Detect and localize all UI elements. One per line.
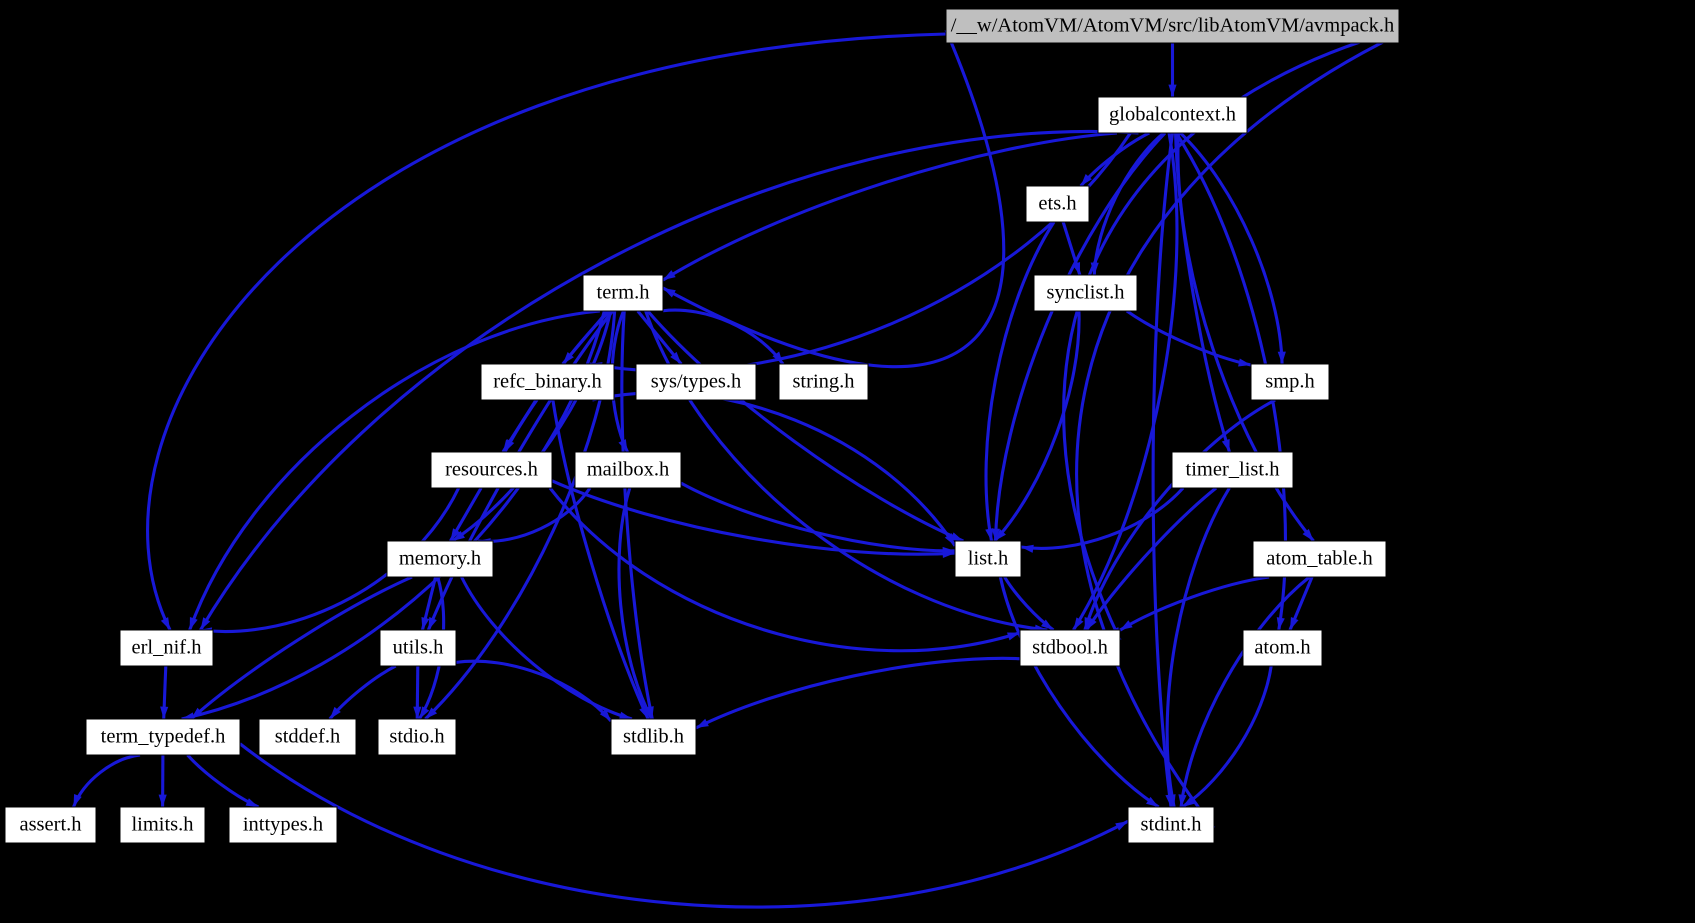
node-memory[interactable]: memory.h [386,540,494,578]
node-label-atom_table: atom_table.h [1266,548,1372,570]
edge-term_typedef-to-assert [72,753,141,808]
node-label-string: string.h [792,371,854,393]
edge-list-to-stdint [998,576,1160,809]
node-label-stdbool: stdbool.h [1032,637,1108,659]
node-label-stdlib: stdlib.h [623,726,684,748]
node-label-utils: utils.h [393,637,444,659]
node-list[interactable]: list.h [954,540,1022,578]
node-globalcontext[interactable]: globalcontext.h [1097,96,1248,134]
node-utils[interactable]: utils.h [379,629,457,667]
node-label-synclist: synclist.h [1046,282,1124,304]
node-label-refc_binary: refc_binary.h [493,371,602,393]
node-atom_table[interactable]: atom_table.h [1252,540,1387,578]
node-mailbox[interactable]: mailbox.h [574,451,682,489]
node-label-term: term.h [597,282,650,304]
node-term_typedef[interactable]: term_typedef.h [85,718,241,756]
node-label-systypes: sys/types.h [651,371,742,393]
edge-resources-to-list [551,479,956,556]
node-label-stdint: stdint.h [1141,814,1202,836]
node-label-limits: limits.h [131,814,193,836]
node-string[interactable]: string.h [778,363,869,401]
node-label-timer_list: timer_list.h [1186,459,1280,481]
edge-arrowhead [158,794,167,807]
node-stdlib[interactable]: stdlib.h [610,718,697,756]
edge-arrowhead [1221,439,1230,452]
edge-resources-to-stdbool [548,487,1021,653]
node-resources[interactable]: resources.h [430,451,553,489]
edge-arrowhead [1289,617,1299,630]
edge-arrowhead [1115,821,1128,831]
node-label-erl_nif: erl_nif.h [131,637,201,659]
node-label-stddef: stddef.h [275,726,340,748]
node-stdbool[interactable]: stdbool.h [1019,629,1121,667]
edge-utils-to-stdlib [455,659,613,722]
edge-atom_table-to-stdbool [1119,575,1270,632]
edge-arrowhead [189,617,198,630]
edge-arrowhead [160,706,169,719]
node-layer: /__w/AtomVM/AtomVM/src/libAtomVM/avmpack… [4,8,1400,844]
node-timer_list[interactable]: timer_list.h [1171,451,1294,489]
edge-arrowhead [245,798,259,807]
node-stddef[interactable]: stddef.h [258,718,357,756]
edge-avmpack-to-stdint [1075,32,1400,829]
edge-arrowhead [428,617,437,630]
edge-timer_list-to-list [1020,486,1185,550]
node-label-term_typedef: term_typedef.h [101,726,226,748]
node-stdio[interactable]: stdio.h [377,718,457,756]
edge-term_typedef-to-stdint [239,742,1129,909]
edge-atom-to-stdint [1181,665,1273,809]
node-label-resources: resources.h [445,459,538,481]
edge-memory-to-term_typedef [189,575,413,721]
edge-term_typedef-to-inttypes [186,753,260,809]
include-dependency-graph: /__w/AtomVM/AtomVM/src/libAtomVM/avmpack… [0,0,1695,923]
node-limits[interactable]: limits.h [119,806,206,844]
node-label-ets: ets.h [1038,193,1076,215]
edge-synclist-to-smp [1125,309,1252,367]
node-smp[interactable]: smp.h [1250,363,1330,401]
node-label-list: list.h [968,548,1008,570]
edge-arrowhead [663,270,676,281]
node-ets[interactable]: ets.h [1025,185,1090,223]
node-atom[interactable]: atom.h [1242,629,1323,667]
edge-arrowhead [663,288,676,298]
node-label-atom: atom.h [1254,637,1310,659]
edge-arrowhead [1277,351,1286,364]
edge-arrowhead [618,711,632,720]
node-label-inttypes: inttypes.h [243,814,323,836]
node-stdint[interactable]: stdint.h [1127,806,1215,844]
edge-stdbool-to-stdlib [695,656,1021,730]
edge-timer_list-to-stdint [1165,487,1231,808]
edge-arrowhead [1073,617,1084,630]
edge-atom_table-to-stdint [1179,575,1311,808]
node-label-avmpack: /__w/AtomVM/AtomVM/src/libAtomVM/avmpack… [951,15,1395,37]
node-inttypes[interactable]: inttypes.h [228,806,338,844]
edge-globalcontext-to-stdint [1151,132,1174,808]
edge-arrowhead [1168,84,1177,97]
edge-utils-to-stddef [328,664,397,720]
node-label-mailbox: mailbox.h [587,459,670,481]
node-refc_binary[interactable]: refc_binary.h [480,363,615,401]
edge-ets-to-list [984,221,1056,542]
edge-arrowhead [160,617,170,630]
node-label-memory: memory.h [399,548,481,570]
node-systypes[interactable]: sys/types.h [635,363,757,401]
node-term[interactable]: term.h [582,274,664,312]
graph-canvas: /__w/AtomVM/AtomVM/src/libAtomVM/avmpack… [4,8,1400,909]
edge-arrowhead [1120,620,1133,631]
node-synclist[interactable]: synclist.h [1033,274,1138,312]
node-label-stdio: stdio.h [389,726,444,748]
node-avmpack[interactable]: /__w/AtomVM/AtomVM/src/libAtomVM/avmpack… [945,8,1400,44]
edge-arrowhead [696,718,709,728]
node-assert[interactable]: assert.h [4,806,97,844]
node-label-globalcontext: globalcontext.h [1109,104,1236,126]
node-label-smp: smp.h [1265,371,1315,393]
node-label-assert: assert.h [19,814,81,836]
node-erl_nif[interactable]: erl_nif.h [119,629,214,667]
